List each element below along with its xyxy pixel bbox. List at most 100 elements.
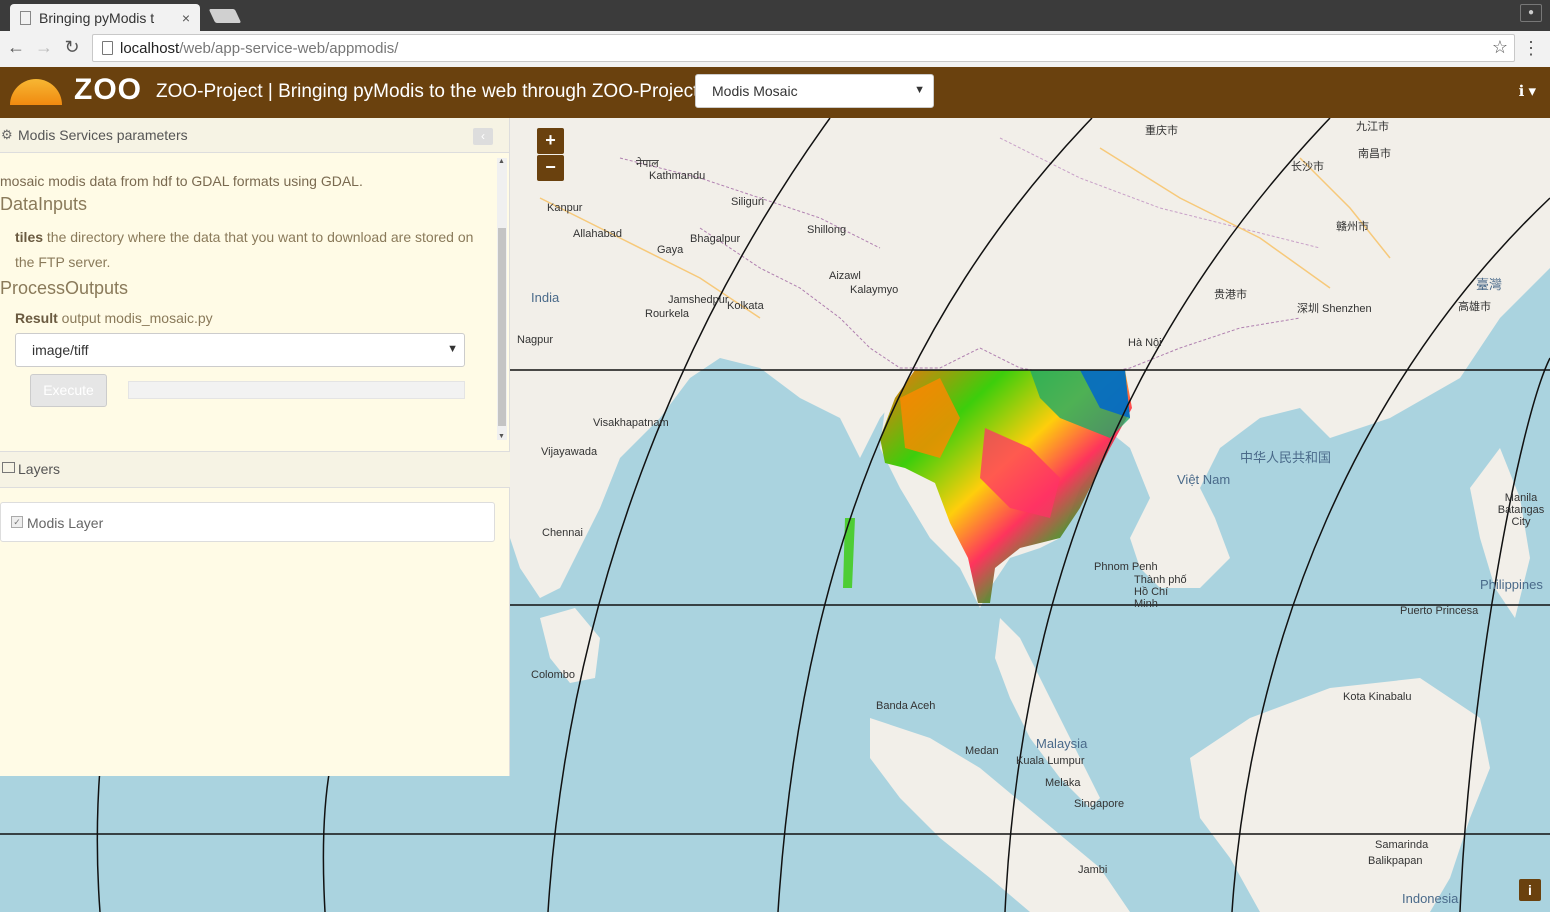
map-label: 高雄市 — [1458, 301, 1491, 313]
map-label: 九江市 — [1356, 121, 1389, 133]
collapse-panel-button[interactable]: ‹ — [473, 128, 493, 145]
address-bar[interactable]: localhost/web/app-service-web/appmodis/ … — [92, 34, 1515, 62]
map-label: 南昌市 — [1358, 148, 1391, 160]
map-label: 重庆市 — [1145, 125, 1178, 137]
input-tiles-description: tiles the directory where the data that … — [15, 225, 485, 275]
output-result-description: Result output modis_mosaic.py — [15, 310, 213, 326]
scroll-down-icon[interactable]: ▼ — [498, 433, 505, 440]
service-select[interactable]: Modis Mosaic ▼ — [695, 74, 934, 108]
browser-tab[interactable]: Bringing pyModis t × — [10, 4, 200, 31]
layers-list-icon — [2, 462, 15, 473]
info-icon[interactable]: ℹ ▾ — [1519, 82, 1536, 100]
chevron-down-icon: ▼ — [914, 84, 925, 96]
zoom-out-button[interactable]: − — [537, 155, 564, 181]
process-description: mosaic modis data from hdf to GDAL forma… — [0, 153, 496, 445]
map-label: Puerto Princesa — [1400, 605, 1479, 617]
map-label: Manila Batangas City — [1497, 492, 1545, 528]
close-tab-icon[interactable]: × — [182, 10, 190, 26]
execution-progress-bar — [128, 381, 465, 399]
map-label: Rourkela — [645, 308, 690, 320]
map-label: Kathmandu — [649, 170, 706, 182]
map-label: Siliguri — [731, 196, 765, 208]
zoom-controls: + − — [537, 128, 564, 182]
map-label: Chennai — [542, 527, 583, 539]
process-abstract: mosaic modis data from hdf to GDAL forma… — [0, 173, 363, 189]
layers-panel-header[interactable]: Layers — [0, 451, 510, 488]
zoom-in-button[interactable]: + — [537, 128, 564, 154]
chevron-down-icon: ▼ — [447, 343, 458, 355]
gears-icon: ⚙ — [1, 127, 13, 142]
map-label: Jamshedpur — [668, 294, 729, 306]
map-label: Visakhapatnam — [593, 417, 669, 429]
layers-panel-title: Layers — [18, 461, 61, 477]
data-inputs-heading: DataInputs — [0, 194, 88, 214]
map-label: Shillong — [807, 224, 847, 236]
logo-text: ZOO — [74, 73, 142, 106]
back-icon[interactable]: ← — [6, 37, 26, 58]
url-text: localhost/web/app-service-web/appmodis/ — [120, 40, 398, 57]
layer-label: Modis Layer — [27, 515, 104, 531]
layer-visibility-checkbox[interactable]: ✓ — [11, 516, 23, 528]
url-path: /web/app-service-web/appmodis/ — [179, 40, 399, 57]
map-label: Phnom Penh — [1094, 561, 1158, 573]
new-tab-button[interactable] — [208, 9, 242, 23]
services-panel-header[interactable]: ⚙ Modis Services parameters ‹ — [0, 118, 509, 153]
browser-toolbar: ← → ↻ localhost/web/app-service-web/appm… — [0, 31, 1550, 68]
map-label: Kuala Lumpur — [1016, 755, 1085, 767]
map-label: 贵港市 — [1214, 289, 1247, 301]
map-label: Jambi — [1078, 864, 1108, 876]
map-label: Gaya — [657, 244, 684, 256]
map-label: Kolkata — [727, 300, 764, 312]
map-label: 中华人民共和国 — [1240, 450, 1332, 465]
map-label: 臺灣 — [1476, 277, 1503, 292]
map-label: Singapore — [1074, 798, 1125, 810]
input-name: tiles — [15, 229, 44, 245]
user-profile-icon[interactable]: ● — [1520, 4, 1542, 22]
map-label: Medan — [965, 745, 999, 757]
output-format-select[interactable]: image/tiff ▼ — [15, 333, 465, 367]
page-info-icon[interactable] — [102, 41, 113, 55]
map-label: Malaysia — [1036, 736, 1088, 751]
map-label: 赣州市 — [1336, 221, 1369, 233]
reload-icon[interactable]: ↻ — [62, 37, 82, 58]
params-scrollbar[interactable]: ▲ ▼ — [497, 158, 507, 440]
attribution-info-button[interactable]: i — [1519, 879, 1541, 901]
map-label: Allahabad — [573, 228, 622, 240]
format-select-value: image/tiff — [32, 342, 89, 358]
forward-icon[interactable]: → — [34, 37, 54, 58]
map-label: Aizawl — [829, 270, 861, 282]
url-host: localhost — [120, 40, 180, 57]
zoo-logo-icon — [10, 79, 62, 105]
map-label: Thành phố Hồ Chí Minh — [1134, 574, 1187, 610]
map-label: Việt Nam — [1177, 472, 1231, 487]
tab-title: Bringing pyModis t — [39, 9, 155, 26]
map-label: Philippines — [1480, 577, 1543, 592]
map-label: Samarinda — [1375, 839, 1429, 851]
map-label: Colombo — [531, 669, 576, 681]
map-label: 长沙市 — [1291, 161, 1324, 173]
map-label: Nagpur — [517, 334, 554, 346]
browser-menu-icon[interactable]: ⋮ — [1522, 39, 1540, 57]
map-label: Vijayawada — [541, 446, 598, 458]
scrollbar-thumb[interactable] — [498, 228, 506, 426]
map-label: India — [531, 290, 560, 305]
layer-item[interactable]: ✓ Modis Layer — [0, 502, 495, 542]
process-outputs-heading: ProcessOutputs — [0, 278, 129, 298]
map-label: Melaka — [1045, 777, 1081, 789]
services-panel-title: Modis Services parameters — [18, 127, 188, 143]
map-label: Indonesia — [1402, 891, 1459, 906]
service-select-value: Modis Mosaic — [712, 83, 798, 99]
map-label: Banda Aceh — [876, 700, 936, 712]
bookmark-star-icon[interactable]: ☆ — [1492, 37, 1508, 58]
input-desc: the directory where the data that you wa… — [15, 229, 474, 270]
map-label: Hà Nội — [1128, 337, 1162, 349]
browser-tab-bar: Bringing pyModis t × ● — [0, 0, 1550, 31]
scroll-up-icon[interactable]: ▲ — [498, 158, 505, 165]
execute-button[interactable]: Execute — [30, 374, 107, 407]
app-header: ZOO ZOO-Project | Bringing pyModis to th… — [0, 67, 1550, 118]
map-label: Kalaymyo — [850, 284, 899, 296]
page-icon — [20, 10, 31, 25]
result-name: Result — [15, 310, 58, 326]
map-label: Kanpur — [547, 202, 583, 214]
map-label: Kota Kinabalu — [1343, 691, 1412, 703]
